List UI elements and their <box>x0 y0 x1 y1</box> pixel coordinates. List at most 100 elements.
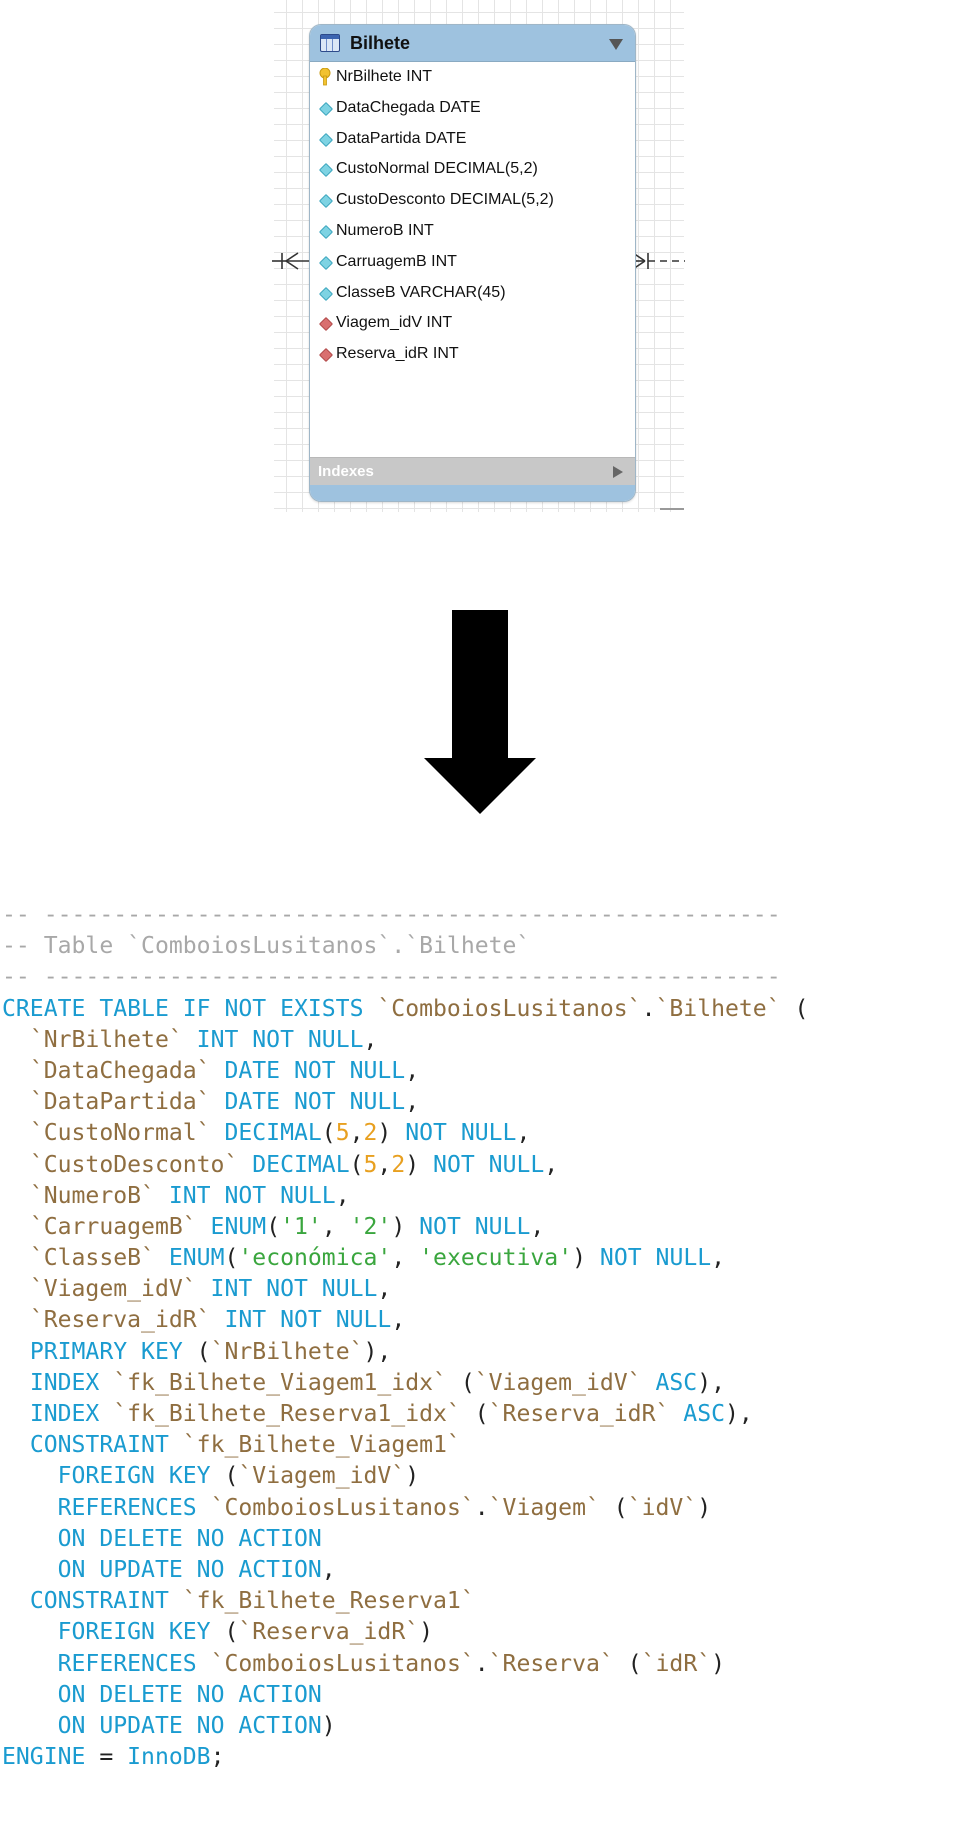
down-arrow-icon <box>424 610 536 814</box>
code-punctuation <box>2 1463 58 1489</box>
code-identifier: `idV` <box>627 1494 698 1521</box>
code-number: 2 <box>391 1151 406 1178</box>
code-punctuation: = <box>85 1744 128 1771</box>
column-label: Reserva_idR INT <box>336 345 459 363</box>
code-comment: -- Table `ComboiosLusitanos`.`Bilhete` <box>2 933 531 960</box>
code-punctuation: ( <box>210 1619 239 1646</box>
column-row[interactable]: CarruagemB INT <box>310 247 635 278</box>
code-punctuation: , <box>321 1213 350 1240</box>
code-punctuation: . <box>474 1650 489 1677</box>
code-line: FOREIGN KEY (`Viagem_idV`) <box>2 1461 808 1492</box>
code-punctuation: ), <box>725 1401 753 1427</box>
code-punctuation <box>2 1027 30 1053</box>
column-label: ClasseB VARCHAR(45) <box>336 283 506 301</box>
column-row[interactable]: Viagem_idV INT <box>310 308 635 339</box>
code-identifier: `ComboiosLusitanos` <box>377 995 642 1022</box>
code-line: FOREIGN KEY (`Reserva_idR`) <box>2 1617 808 1648</box>
code-keyword: NOT NULL <box>405 1120 517 1147</box>
code-keyword: ASC <box>641 1369 698 1396</box>
code-identifier: `CarruagemB` <box>29 1213 197 1240</box>
code-line: -- Table `ComboiosLusitanos`.`Bilhete` <box>2 931 808 962</box>
code-identifier: `CustoDesconto` <box>29 1151 239 1178</box>
code-keyword: FOREIGN KEY <box>57 1463 211 1490</box>
diamond-attribute-icon <box>318 224 334 240</box>
code-punctuation: ) <box>405 1463 420 1490</box>
code-punctuation <box>2 1651 58 1677</box>
code-line: REFERENCES `ComboiosLusitanos`.`Reserva`… <box>2 1649 808 1680</box>
code-identifier: `idR` <box>641 1650 712 1677</box>
code-line: CONSTRAINT `fk_Bilhete_Viagem1` <box>2 1430 808 1461</box>
code-punctuation: ; <box>210 1744 225 1771</box>
column-row[interactable]: CustoDesconto DECIMAL(5,2) <box>310 185 635 216</box>
code-punctuation: ( <box>613 1650 642 1677</box>
code-keyword: INT NOT NULL <box>154 1182 336 1209</box>
code-identifier: `fk_Bilhete_Viagem1_idx` <box>113 1369 447 1396</box>
code-line: `ClasseB` ENUM('económica', 'executiva')… <box>2 1243 808 1274</box>
code-punctuation <box>2 1120 30 1146</box>
code-keyword: DECIMAL <box>238 1151 350 1178</box>
sql-code-block: -- -------------------------------------… <box>2 900 808 1773</box>
diamond-attribute-icon <box>318 194 334 209</box>
column-row[interactable]: DataPartida DATE <box>310 124 635 155</box>
diamond-attribute-icon <box>318 101 334 116</box>
column-row[interactable]: Reserva_idR INT <box>310 339 635 370</box>
column-row[interactable]: CustoNormal DECIMAL(5,2) <box>310 154 635 185</box>
code-line: `Viagem_idV` INT NOT NULL, <box>2 1274 808 1305</box>
code-punctuation <box>2 1339 30 1365</box>
code-identifier: `fk_Bilhete_Viagem1` <box>182 1432 461 1459</box>
indexes-label: Indexes <box>318 463 374 480</box>
code-punctuation: , <box>349 1120 364 1147</box>
code-punctuation: ) <box>377 1120 406 1147</box>
relationship-connector-left <box>272 252 310 270</box>
code-identifier: `ClasseB` <box>29 1245 155 1272</box>
column-row[interactable]: NrBilhete INT <box>310 62 635 93</box>
entity-bilhete[interactable]: Bilhete NrBilhete INT DataChegada DATE Dat… <box>309 24 636 502</box>
code-punctuation: ) <box>405 1151 434 1178</box>
entity-footer <box>310 485 635 501</box>
diamond-attribute-icon <box>318 286 334 301</box>
code-punctuation: . <box>641 995 656 1022</box>
code-keyword: ON UPDATE NO ACTION <box>57 1556 322 1583</box>
indexes-section[interactable]: Indexes <box>310 457 635 486</box>
code-line: `Reserva_idR` INT NOT NULL, <box>2 1305 808 1336</box>
code-line: CREATE TABLE IF NOT EXISTS `ComboiosLusi… <box>2 994 808 1025</box>
code-keyword: ON DELETE NO ACTION <box>57 1525 322 1552</box>
code-punctuation: ) <box>419 1619 434 1646</box>
code-punctuation: ( <box>224 1245 239 1272</box>
code-keyword: CONSTRAINT <box>29 1432 183 1459</box>
column-label: CustoNormal DECIMAL(5,2) <box>336 160 538 178</box>
code-punctuation: ( <box>182 1338 211 1365</box>
code-number: 5 <box>363 1151 378 1178</box>
code-punctuation <box>2 1495 58 1521</box>
code-string: '2' <box>349 1213 392 1240</box>
column-row[interactable]: ClasseB VARCHAR(45) <box>310 278 635 309</box>
code-keyword: CONSTRAINT <box>29 1588 183 1615</box>
column-row[interactable]: DataChegada DATE <box>310 93 635 124</box>
code-line: -- -------------------------------------… <box>2 962 808 993</box>
code-keyword: INT NOT NULL <box>210 1307 392 1334</box>
code-punctuation <box>2 1089 30 1115</box>
code-number: 5 <box>335 1120 350 1147</box>
code-punctuation: ( <box>780 995 809 1022</box>
code-punctuation: , <box>377 1276 392 1303</box>
expand-triangle-icon[interactable] <box>613 466 623 478</box>
code-punctuation: ( <box>446 1369 475 1396</box>
table-icon <box>320 34 340 52</box>
diamond-foreign-key-icon <box>318 348 334 363</box>
code-identifier: `ComboiosLusitanos` <box>210 1650 475 1677</box>
code-keyword: DATE NOT NULL <box>210 1057 406 1084</box>
code-line: PRIMARY KEY (`NrBilhete`), <box>2 1337 808 1368</box>
key-icon <box>319 67 331 86</box>
collapse-triangle-icon[interactable] <box>609 39 623 50</box>
code-identifier: `fk_Bilhete_Reserva1` <box>182 1588 475 1615</box>
code-keyword: ASC <box>669 1401 726 1427</box>
code-punctuation <box>2 1432 30 1458</box>
column-row[interactable]: NumeroB INT <box>310 216 635 247</box>
entity-header[interactable]: Bilhete <box>310 25 635 62</box>
code-punctuation: , <box>335 1182 350 1209</box>
code-punctuation: ) <box>697 1494 712 1521</box>
code-keyword: INDEX <box>29 1369 114 1396</box>
code-keyword: ON UPDATE NO ACTION <box>57 1712 322 1739</box>
code-line: `CustoNormal` DECIMAL(5,2) NOT NULL, <box>2 1118 808 1149</box>
code-keyword: INDEX <box>29 1401 114 1427</box>
